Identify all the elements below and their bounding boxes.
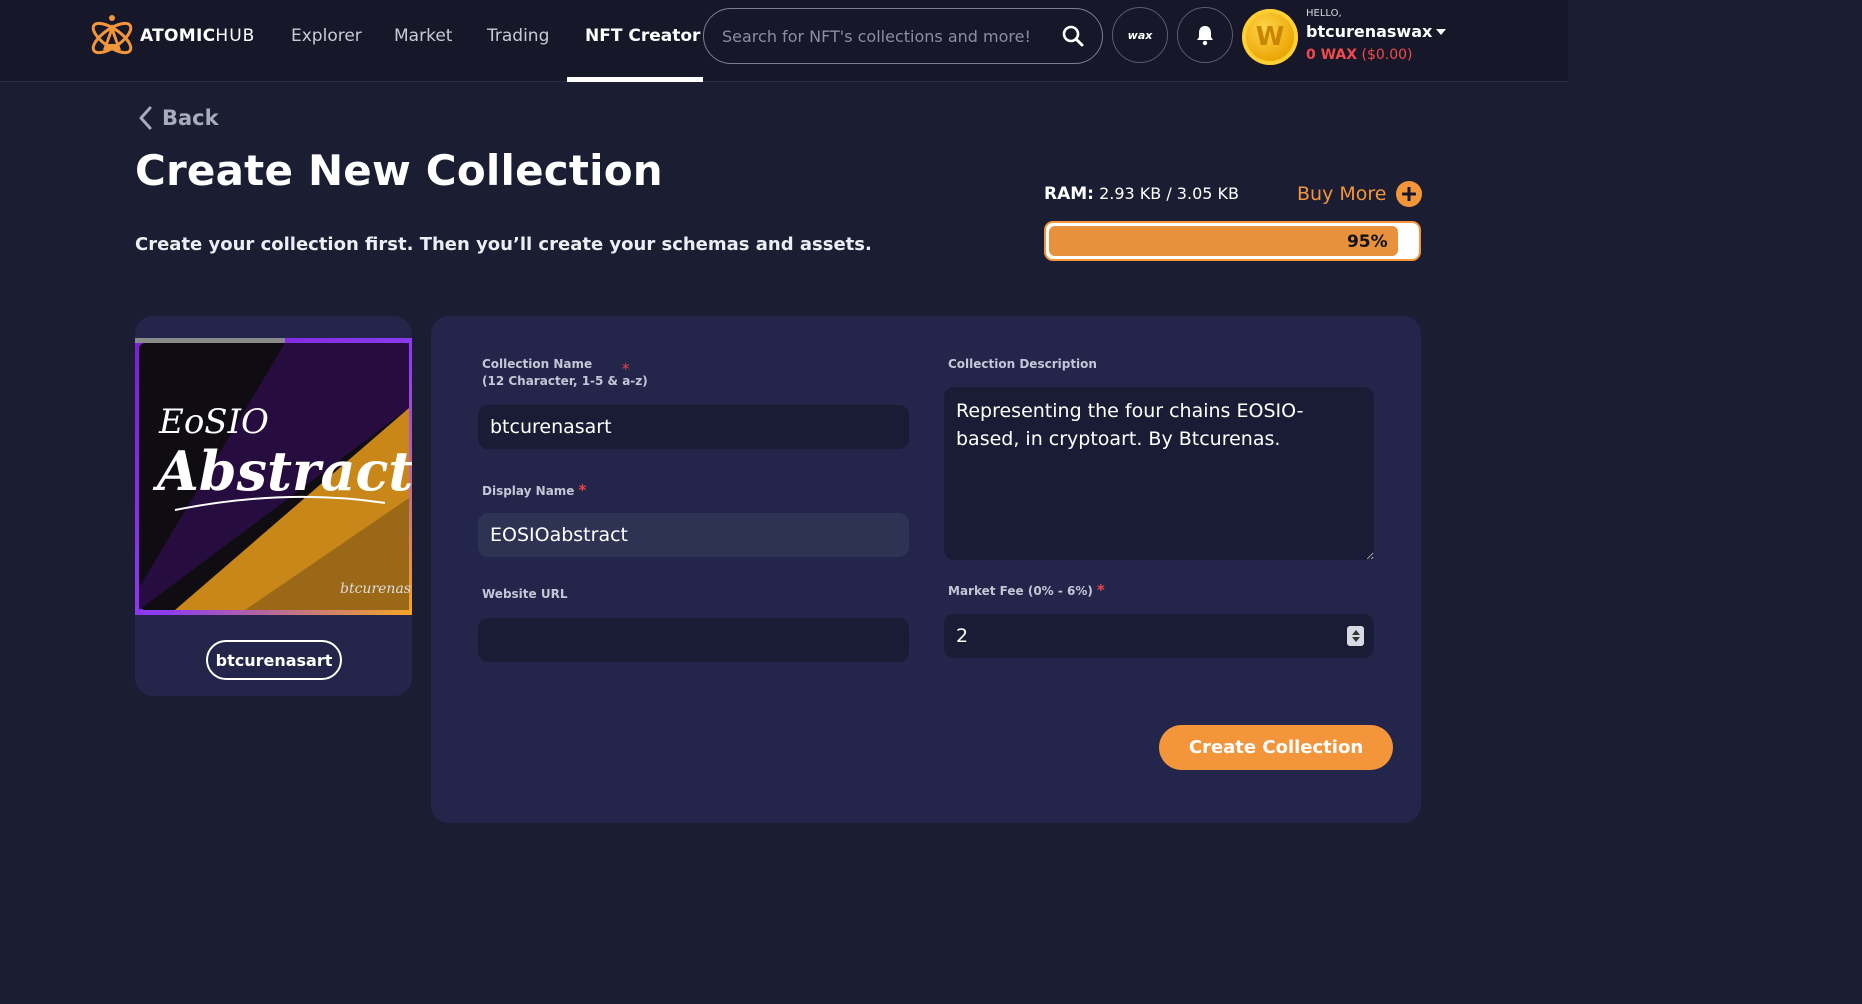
ram-progress-bar: 95%	[1044, 221, 1421, 261]
collection-image[interactable]: EoSIO Abstract btcurenas	[135, 338, 412, 615]
svg-text:wax: wax	[1128, 29, 1154, 42]
display-name-input[interactable]	[478, 513, 909, 557]
notifications-button[interactable]	[1177, 7, 1233, 63]
nav-trading[interactable]: Trading	[487, 26, 549, 46]
market-fee-label-text: Market Fee (0% - 6%)	[948, 584, 1093, 598]
stepper-down-icon[interactable]	[1351, 637, 1360, 642]
required-marker: *	[1096, 581, 1105, 599]
buy-more-ram-button[interactable]: Buy More	[1297, 181, 1423, 207]
number-stepper[interactable]	[1347, 626, 1364, 646]
nav-market[interactable]: Market	[394, 26, 452, 46]
market-fee-label: Market Fee (0% - 6%) *	[948, 582, 1105, 600]
website-url-label: Website URL	[482, 587, 568, 601]
stepper-up-icon[interactable]	[1351, 630, 1360, 635]
user-menu[interactable]: btcurenaswax	[1306, 22, 1447, 41]
user-avatar[interactable]: W	[1242, 9, 1298, 65]
ram-label: RAM:	[1044, 184, 1094, 204]
greeting: HELLO,	[1306, 8, 1342, 19]
search-bar	[703, 8, 1103, 64]
collection-name-badge: btcurenasart	[206, 640, 342, 680]
back-label: Back	[162, 106, 219, 130]
page-subtitle: Create your collection first. Then you’l…	[135, 234, 872, 255]
image-signature: btcurenas	[340, 581, 411, 597]
username: btcurenaswax	[1306, 22, 1433, 41]
collection-description-label: Collection Description	[948, 357, 1097, 371]
logo-text: ATOMICHUB	[140, 26, 256, 46]
wax-network-button[interactable]: wax	[1112, 7, 1168, 63]
atom-logo-icon	[91, 15, 133, 55]
wax-logo-icon: wax	[1128, 29, 1154, 42]
ram-value: 2.93 KB / 3.05 KB	[1099, 184, 1239, 203]
display-name-label: Display Name *	[482, 482, 586, 500]
atomichub-logo[interactable]: ATOMICHUB	[86, 10, 255, 62]
required-marker: *	[622, 360, 630, 378]
market-fee-input[interactable]	[944, 614, 1374, 658]
website-url-input[interactable]	[478, 618, 909, 662]
bell-icon	[1197, 26, 1213, 46]
market-fee-field	[944, 614, 1374, 658]
top-navbar: ATOMICHUB Explorer Market Trading NFT Cr…	[0, 0, 1568, 82]
ram-percent: 95%	[1346, 232, 1388, 252]
image-title-top: EoSIO	[158, 402, 269, 442]
plus-icon	[1396, 181, 1423, 207]
buy-more-label: Buy More	[1297, 183, 1387, 205]
usd-balance: ($0.00)	[1361, 47, 1413, 63]
chevron-left-icon	[139, 106, 152, 130]
image-title-main: Abstract	[152, 439, 412, 503]
caret-down-icon	[1436, 28, 1447, 35]
wax-balance: 0 WAX	[1306, 47, 1358, 63]
collection-description-textarea[interactable]: Representing the four chains EOSIO-based…	[944, 387, 1374, 560]
collection-name-input[interactable]	[478, 405, 909, 449]
required-marker: *	[578, 481, 587, 499]
collection-name-label-text: Collection Name	[482, 357, 593, 371]
create-collection-button[interactable]: Create Collection	[1159, 725, 1393, 770]
active-nav-indicator	[567, 77, 703, 82]
collection-preview-card: EoSIO Abstract btcurenas btcurenasart	[135, 316, 412, 696]
display-name-label-text: Display Name	[482, 484, 575, 498]
ram-usage: RAM: 2.93 KB / 3.05 KB	[1044, 184, 1239, 204]
search-input[interactable]	[722, 26, 1062, 46]
page-title: Create New Collection	[135, 146, 663, 195]
nav-explorer[interactable]: Explorer	[291, 26, 362, 46]
avatar-letter: W	[1255, 22, 1285, 52]
wallet-balance: 0 WAX ($0.00)	[1306, 47, 1413, 63]
back-link[interactable]: Back	[138, 106, 219, 130]
nav-nft-creator[interactable]: NFT Creator	[585, 26, 700, 46]
ram-progress-fill: 95%	[1049, 226, 1398, 256]
search-icon[interactable]	[1062, 25, 1084, 47]
